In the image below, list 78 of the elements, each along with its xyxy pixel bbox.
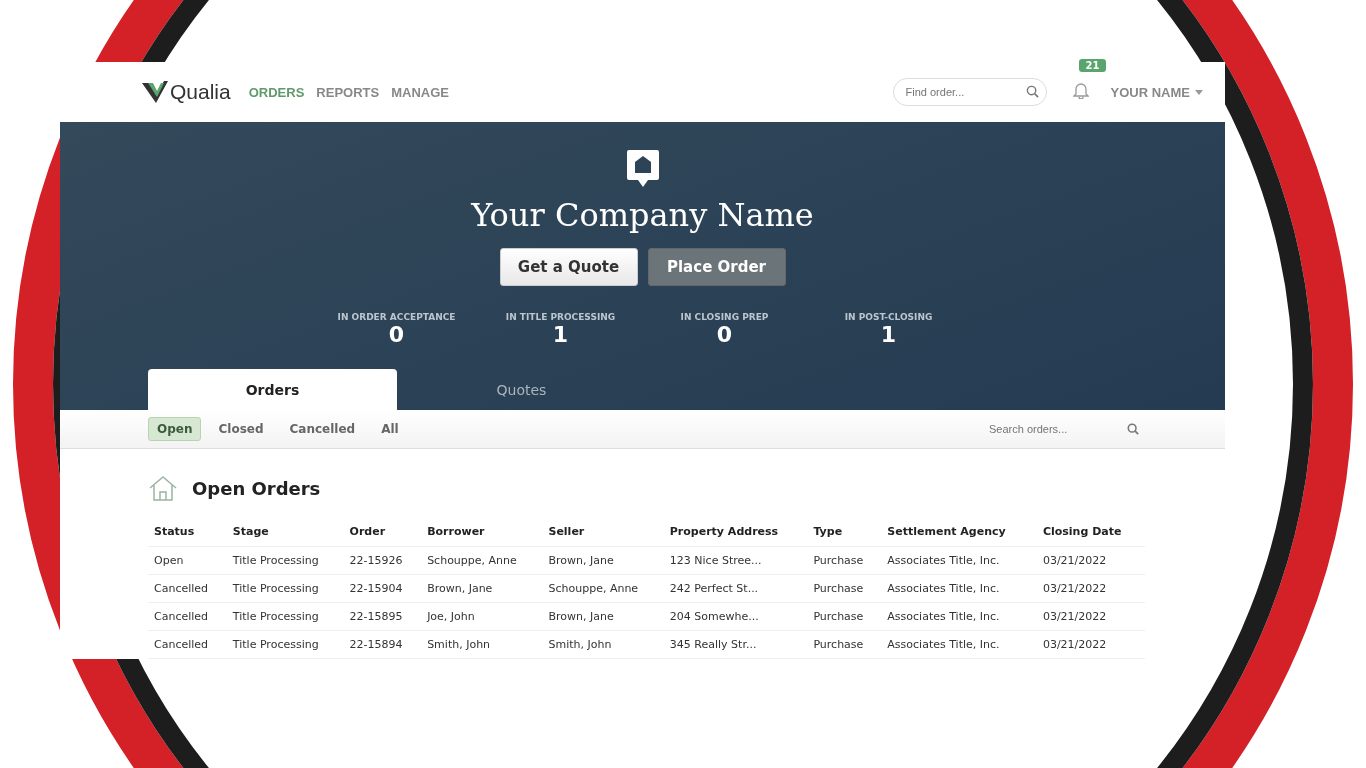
table-cell: Joe, John — [421, 602, 543, 631]
table-cell: 03/21/2022 — [1036, 546, 1145, 575]
house-pin-icon — [626, 150, 659, 188]
table-cell: Cancelled — [148, 630, 227, 659]
order-button[interactable]: Place Order — [647, 248, 786, 286]
caret-icon — [1195, 89, 1203, 95]
column-header: Borrower — [421, 517, 543, 547]
house-icon — [148, 475, 178, 501]
table-cell: Purchase — [807, 630, 882, 659]
stat-label: IN POST-CLOSING — [844, 312, 933, 322]
stat-label: IN TITLE PROCESSING — [505, 312, 616, 322]
table-cell: 03/21/2022 — [1036, 630, 1145, 659]
column-header: Type — [807, 517, 882, 547]
table-cell: Cancelled — [148, 602, 227, 631]
table-cell: 22-15926 — [343, 546, 422, 575]
table-cell: 345 Really Str... — [663, 630, 808, 659]
table-cell: Schouppe, Anne — [542, 574, 664, 603]
table-cell: 22-15894 — [343, 630, 422, 659]
bell-icon[interactable] — [1072, 81, 1089, 99]
quote-button[interactable]: Get a Quote — [499, 248, 638, 286]
table-cell: Schouppe, Anne — [421, 546, 543, 575]
column-header: Stage — [226, 517, 344, 547]
table-cell: Associates Title, Inc. — [881, 630, 1037, 659]
table-cell: Associates Title, Inc. — [881, 602, 1037, 631]
stat-value: 0 — [388, 322, 405, 347]
table-cell: Brown, Jane — [421, 574, 543, 603]
stat-value: 0 — [716, 322, 733, 347]
column-header: Settlement Agency — [881, 517, 1037, 547]
company-name: Your Company Name — [471, 196, 814, 234]
table-cell: Cancelled — [148, 574, 227, 603]
user-menu[interactable]: YOUR NAME — [1110, 84, 1190, 100]
table-cell: Associates Title, Inc. — [881, 546, 1037, 575]
column-header: Property Address — [663, 517, 808, 547]
table-cell: Purchase — [807, 602, 882, 631]
brand-name: Qualia — [170, 80, 231, 104]
stat-value: 1 — [552, 322, 569, 347]
table-cell: Title Processing — [226, 630, 344, 659]
filter-button[interactable]: Open — [148, 417, 202, 441]
column-header: Status — [148, 517, 227, 547]
section-title: Open Orders — [192, 477, 321, 499]
search-orders-field[interactable]: Search orders... — [985, 417, 1145, 441]
nav-link[interactable]: ORDERS — [248, 84, 305, 100]
table-cell: Title Processing — [226, 546, 344, 575]
stat-label: IN ORDER ACCEPTANCE — [337, 312, 456, 322]
stat-label: IN CLOSING PREP — [680, 312, 769, 322]
table-cell: Brown, Jane — [542, 546, 664, 575]
table-cell: 22-15895 — [343, 602, 422, 631]
table-cell: Smith, John — [421, 630, 543, 659]
tab[interactable]: Orders — [148, 369, 397, 410]
filter-button[interactable]: Closed — [209, 417, 273, 441]
filter-button[interactable]: Cancelled — [280, 417, 365, 441]
column-header: Order — [343, 517, 422, 547]
stat-value: 1 — [880, 322, 897, 347]
table-cell: Associates Title, Inc. — [881, 574, 1037, 603]
table-cell: Open — [148, 546, 227, 575]
find-order-field[interactable]: Find order... — [892, 78, 1047, 106]
table-cell: Purchase — [807, 546, 882, 575]
nav-link[interactable]: MANAGE — [391, 84, 449, 100]
table-cell: 242 Perfect St... — [663, 574, 808, 603]
table-cell: 22-15904 — [343, 574, 422, 603]
column-header: Closing Date — [1036, 517, 1145, 547]
table-cell: 204 Somewhe... — [663, 602, 808, 631]
table-cell: Purchase — [807, 574, 882, 603]
filter-button[interactable]: All — [372, 417, 408, 441]
table-cell: 03/21/2022 — [1036, 602, 1145, 631]
table-cell: 03/21/2022 — [1036, 574, 1145, 603]
search-icon — [1127, 423, 1139, 435]
tab[interactable]: Quotes — [397, 369, 646, 410]
table-cell: Title Processing — [226, 574, 344, 603]
search-icon — [1025, 85, 1039, 98]
nav-link[interactable]: REPORTS — [316, 84, 380, 100]
table-cell: Smith, John — [542, 630, 664, 659]
table-cell: Title Processing — [226, 602, 344, 631]
column-header: Seller — [542, 517, 664, 547]
notification-count: 21 — [1078, 59, 1107, 72]
table-cell: Brown, Jane — [542, 602, 664, 631]
logo-icon — [142, 81, 168, 103]
table-cell: 123 Nice Stree... — [663, 546, 808, 575]
